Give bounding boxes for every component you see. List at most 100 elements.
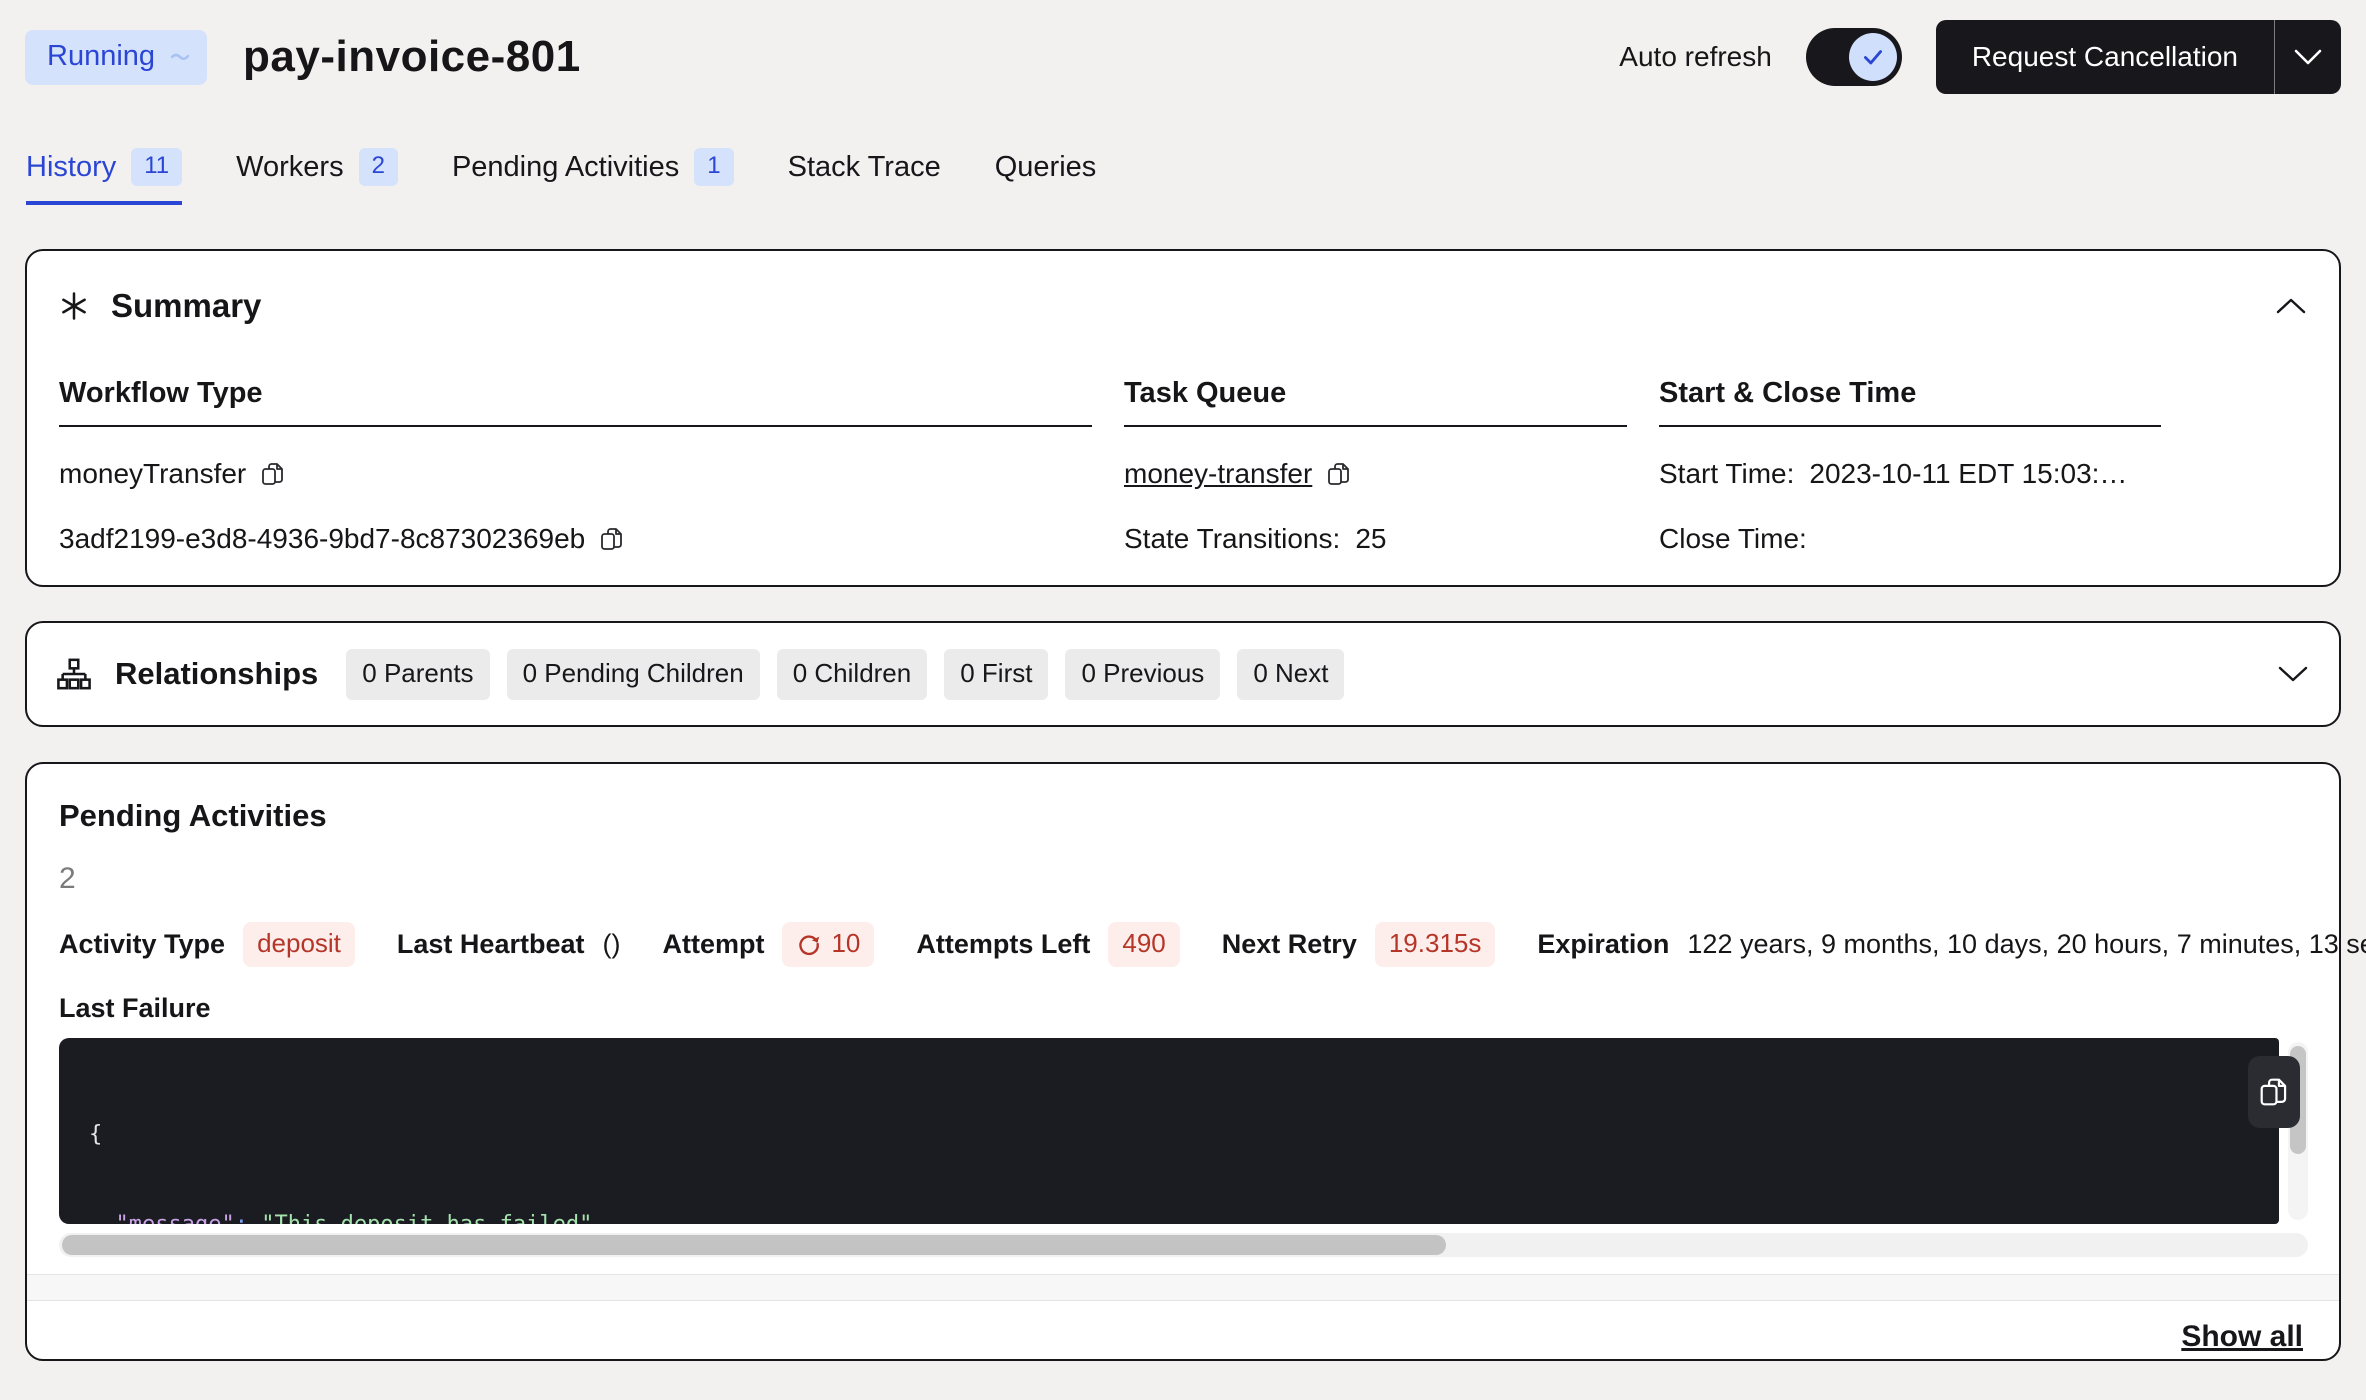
pending-activity-summary-row: Activity Type deposit Last Heartbeat () …: [59, 922, 2307, 967]
toggle-knob: [1849, 33, 1897, 81]
workflow-detail-page: Running pay-invoice-801 Auto refresh Req…: [0, 0, 2366, 1361]
activity-type-field: Activity Type deposit: [59, 922, 355, 967]
auto-refresh-toggle[interactable]: [1806, 28, 1902, 86]
summary-header: Summary: [59, 287, 2307, 325]
request-cancellation-label: Request Cancellation: [1972, 41, 2238, 73]
summary-collapse-button[interactable]: [2275, 297, 2307, 315]
activity-type-label: Activity Type: [59, 929, 225, 960]
next-badge: 0 Next: [1237, 649, 1344, 700]
close-time-label: Close Time:: [1659, 523, 1807, 555]
tab-history-count: 11: [131, 148, 182, 186]
request-cancellation-button[interactable]: Request Cancellation: [1936, 20, 2274, 94]
start-close-time-column: Start & Close Time Start Time: 2023-10-1…: [1659, 377, 2161, 557]
status-badge: Running: [25, 30, 207, 85]
relationships-expand-button[interactable]: [2277, 665, 2309, 683]
activity-type-badge: deposit: [243, 922, 355, 967]
parents-badge: 0 Parents: [346, 649, 489, 700]
workflow-type-header: Workflow Type: [59, 377, 1092, 427]
tab-queries[interactable]: Queries: [995, 148, 1097, 205]
relationships-badges: 0 Parents 0 Pending Children 0 Children …: [346, 649, 1344, 700]
pending-children-badge: 0 Pending Children: [507, 649, 760, 700]
summary-title: Summary: [111, 287, 261, 325]
next-retry-field: Next Retry 19.315s: [1222, 922, 1496, 967]
task-queue-row: money-transfer: [1124, 456, 1627, 492]
state-transitions-row: State Transitions: 25: [1124, 521, 1627, 557]
tab-pending-activities[interactable]: Pending Activities 1: [452, 148, 734, 205]
top-bar: Running pay-invoice-801 Auto refresh Req…: [25, 18, 2341, 96]
tab-workers-count: 2: [359, 148, 398, 186]
task-queue-link[interactable]: money-transfer: [1124, 458, 1312, 490]
asterisk-icon: [59, 291, 89, 321]
tab-history[interactable]: History 11: [26, 148, 182, 205]
attempts-left-badge: 490: [1108, 922, 1179, 967]
copy-icon: [261, 461, 285, 487]
code-line: {: [89, 1120, 2219, 1150]
copy-workflow-type-button[interactable]: [261, 461, 285, 487]
tab-label: History: [26, 151, 116, 184]
copy-icon: [2259, 1076, 2289, 1108]
last-failure-label: Last Failure: [59, 993, 2307, 1024]
show-all-link[interactable]: Show all: [2181, 1320, 2303, 1354]
run-id-row: 3adf2199-e3d8-4936-9bd7-8c87302369eb: [59, 521, 1092, 557]
pending-activities-title: Pending Activities: [59, 798, 2307, 834]
summary-grid: Workflow Type moneyTransfer 3adf2199-e3d…: [59, 377, 2307, 557]
copy-last-failure-button[interactable]: [2248, 1056, 2300, 1128]
tab-label: Queries: [995, 151, 1097, 184]
start-time-value: 2023-10-11 EDT 15:03:…: [1809, 458, 2127, 490]
workflow-type-value: moneyTransfer: [59, 458, 246, 490]
tab-label: Workers: [236, 151, 343, 184]
task-queue-header: Task Queue: [1124, 377, 1627, 427]
relationships-card: Relationships 0 Parents 0 Pending Childr…: [25, 621, 2341, 727]
cancellation-menu-button[interactable]: [2275, 20, 2341, 94]
chevron-down-icon: [2293, 48, 2323, 66]
copy-icon: [600, 526, 624, 552]
second-pending-activity-row[interactable]: [27, 1274, 2339, 1301]
next-retry-label: Next Retry: [1222, 929, 1357, 960]
status-pulse-icon: [171, 51, 189, 61]
start-time-row: Start Time: 2023-10-11 EDT 15:03:…: [1659, 456, 2161, 492]
request-cancellation-split-button: Request Cancellation: [1936, 20, 2341, 94]
hierarchy-icon: [57, 657, 91, 691]
attempt-badge: 10: [782, 922, 874, 967]
tab-stack-trace[interactable]: Stack Trace: [788, 148, 941, 205]
top-bar-actions: Auto refresh Request Cancellation: [1619, 20, 2341, 94]
last-failure-code-container: { "message": "This deposit has failed", …: [59, 1038, 2308, 1224]
attempts-left-field: Attempts Left 490: [916, 922, 1179, 967]
code-line: "message": "This deposit has failed",: [89, 1210, 2219, 1224]
expiration-field: Expiration 122 years, 9 months, 10 days,…: [1537, 929, 2366, 960]
pending-activities-count: 2: [59, 862, 2307, 896]
copy-run-id-button[interactable]: [600, 526, 624, 552]
copy-task-queue-button[interactable]: [1327, 461, 1351, 487]
children-badge: 0 Children: [777, 649, 928, 700]
code-horizontal-scrollbar[interactable]: [59, 1233, 2308, 1257]
close-time-row: Close Time:: [1659, 521, 2161, 557]
first-badge: 0 First: [944, 649, 1048, 700]
status-label: Running: [47, 40, 155, 73]
tab-workers[interactable]: Workers 2: [236, 148, 398, 205]
last-heartbeat-label: Last Heartbeat: [397, 929, 585, 960]
summary-card: Summary Workflow Type moneyTransfer 3adf…: [25, 249, 2341, 587]
code-horizontal-scrollbar-thumb[interactable]: [62, 1235, 1446, 1255]
tab-label: Pending Activities: [452, 151, 679, 184]
attempt-field: Attempt 10: [662, 922, 874, 967]
check-icon: [1860, 44, 1886, 70]
tab-pending-activities-count: 1: [694, 148, 733, 186]
next-retry-badge: 19.315s: [1375, 922, 1496, 967]
tab-bar: History 11 Workers 2 Pending Activities …: [25, 148, 2341, 205]
expiration-value: 122 years, 9 months, 10 days, 20 hours, …: [1687, 929, 2366, 960]
retry-icon: [796, 931, 822, 957]
last-heartbeat-field: Last Heartbeat (): [397, 929, 621, 960]
chevron-down-icon: [2277, 665, 2309, 683]
last-heartbeat-value: (): [602, 929, 620, 960]
state-transitions-value: 25: [1355, 523, 1386, 555]
run-id-value: 3adf2199-e3d8-4936-9bd7-8c87302369eb: [59, 523, 585, 555]
tab-label: Stack Trace: [788, 151, 941, 184]
attempts-left-label: Attempts Left: [916, 929, 1090, 960]
start-close-time-header: Start & Close Time: [1659, 377, 2161, 427]
state-transitions-label: State Transitions:: [1124, 523, 1340, 555]
relationships-title: Relationships: [115, 656, 318, 692]
task-queue-column: Task Queue money-transfer State Transiti…: [1124, 377, 1627, 557]
pending-activities-card: Pending Activities 2 Activity Type depos…: [25, 762, 2341, 1361]
chevron-up-icon: [2275, 297, 2307, 315]
last-failure-json: { "message": "This deposit has failed", …: [59, 1038, 2279, 1224]
